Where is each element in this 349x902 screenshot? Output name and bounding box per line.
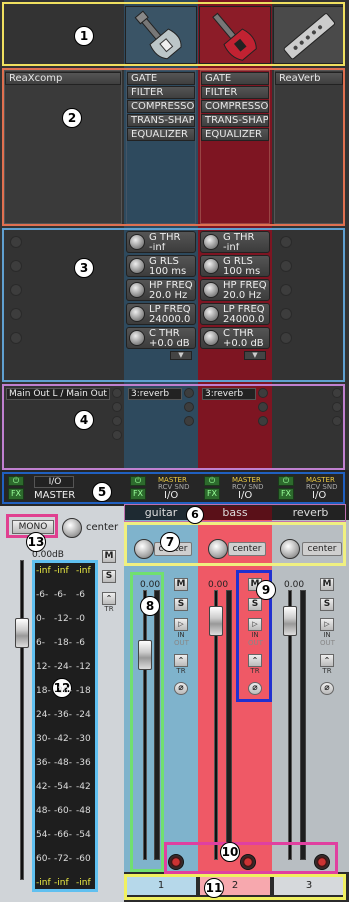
reverb-solo-button[interactable]: S (320, 598, 334, 611)
meter-scale-label: -60- (54, 806, 72, 816)
meter-scale-label: -48 (76, 806, 91, 816)
meter-scale-label: 48- (36, 806, 51, 816)
meter-scale-label: -12- (54, 614, 72, 624)
master-fader-track[interactable] (20, 560, 24, 880)
reverb-volume-value[interactable]: 0.00 (284, 580, 304, 590)
meter-scale-label: -6 (76, 638, 85, 648)
meter-scale-label: -inf (54, 566, 69, 576)
guitar-in-label: IN (177, 631, 185, 639)
meter-scale-label: 24- (36, 710, 51, 720)
reverb-fader-handle[interactable] (283, 606, 297, 636)
annotation-box-7 (124, 522, 346, 566)
guitar-mute-button[interactable]: M (174, 578, 188, 591)
annotation-number: 4 (74, 410, 94, 430)
meter-scale-label: -42- (54, 734, 72, 744)
annotation-box-12 (32, 560, 98, 892)
meter-scale-label: 12- (36, 662, 51, 672)
meter-scale-label: -inf (76, 878, 91, 888)
guitar-out-label: OUT (174, 639, 189, 647)
phase-invert-icon[interactable]: ⌀ (320, 682, 334, 695)
guitar-solo-button[interactable]: S (174, 598, 188, 611)
bass-fader-handle[interactable] (209, 606, 223, 636)
meter-scale-label: -12 (76, 662, 91, 672)
annotation-number: 5 (92, 482, 112, 502)
meter-scale-label: -inf (36, 566, 51, 576)
meter-scale-label: -18 (76, 686, 91, 696)
annotation-number: 2 (62, 108, 82, 128)
automation-envelope-icon[interactable]: ⌃ (102, 592, 116, 605)
meter-scale-label: 42- (36, 782, 51, 792)
meter-scale-label: -inf (36, 878, 51, 888)
meter-scale-label: 30- (36, 734, 51, 744)
meter-scale-label: -24- (54, 662, 72, 672)
annotation-number: 3 (74, 258, 94, 278)
meter-scale-label: 36- (36, 758, 51, 768)
master-fader-handle[interactable] (15, 618, 29, 648)
reverb-tr-label: TR (322, 667, 332, 675)
meter-scale-label: -24 (76, 710, 91, 720)
meter-scale-label: -30 (76, 734, 91, 744)
reverb-out-label: OUT (320, 639, 335, 647)
reverb-in-label: IN (323, 631, 331, 639)
play-icon[interactable]: ▷ (320, 618, 334, 631)
guitar-tr-label: TR (176, 667, 186, 675)
meter-scale-label: 18- (36, 686, 51, 696)
master-mute-button[interactable]: M (102, 550, 116, 563)
meter-scale-label: -36- (54, 710, 72, 720)
reverb-mute-button[interactable]: M (320, 578, 334, 591)
annotation-box-2 (2, 68, 345, 226)
meter-scale-label: 54- (36, 830, 51, 840)
meter-scale-label: 6- (36, 638, 45, 648)
meter-scale-label: -42 (76, 782, 91, 792)
meter-scale-label: -inf (76, 566, 91, 576)
master-pan-label: center (86, 522, 119, 533)
meter-scale-label: -36 (76, 758, 91, 768)
bass-volume-value[interactable]: 0.00 (208, 580, 228, 590)
annotation-number: 10 (220, 842, 240, 862)
meter-scale-label: -48- (54, 758, 72, 768)
annotation-number: 1 (74, 26, 94, 46)
annotation-number: 6 (186, 506, 204, 524)
annotation-number: 7 (160, 532, 180, 552)
meter-scale-label: -0 (76, 614, 85, 624)
meter-scale-label: -60 (76, 854, 91, 864)
annotation-box-1 (2, 2, 345, 66)
automation-envelope-icon[interactable]: ⌃ (320, 654, 334, 667)
annotation-box-6 (124, 504, 346, 522)
annotation-number: 13 (26, 532, 46, 552)
annotation-box-3 (2, 228, 345, 382)
meter-scale-label: -66- (54, 830, 72, 840)
meter-scale-label: -inf (54, 878, 69, 888)
master-pan-knob[interactable] (62, 518, 82, 538)
master-solo-button[interactable]: S (102, 570, 116, 583)
mixer-screenshot: ReaXcomp GATE FILTER COMPRESSO TRANS-SHA… (0, 0, 349, 902)
meter-scale-label: -6- (36, 590, 49, 600)
automation-envelope-icon[interactable]: ⌃ (174, 654, 188, 667)
annotation-box-11 (124, 874, 346, 900)
annotation-box-4 (2, 384, 345, 470)
reverb-level-meter (300, 590, 306, 860)
phase-invert-icon[interactable]: ⌀ (174, 682, 188, 695)
reverb-mixer-strip (272, 520, 349, 872)
meter-scale-label: 0- (36, 614, 45, 624)
annotation-number: 11 (204, 878, 224, 898)
annotation-box-8 (130, 572, 164, 872)
meter-scale-label: -6 (76, 590, 85, 600)
meter-scale-label: -72- (54, 854, 72, 864)
meter-scale-label: 60- (36, 854, 51, 864)
play-icon[interactable]: ▷ (174, 618, 188, 631)
annotation-number: 9 (256, 580, 276, 600)
meter-scale-label: -6- (54, 590, 67, 600)
annotation-box-10 (164, 842, 338, 874)
master-tr-label: TR (104, 605, 114, 613)
meter-scale-label: -30- (54, 686, 72, 696)
meter-scale-label: -54 (76, 830, 91, 840)
meter-scale-label: -18- (54, 638, 72, 648)
annotation-box-5 (2, 472, 345, 504)
bass-level-meter (226, 590, 232, 860)
meter-scale-label: -54- (54, 782, 72, 792)
annotation-number: 8 (140, 596, 160, 616)
